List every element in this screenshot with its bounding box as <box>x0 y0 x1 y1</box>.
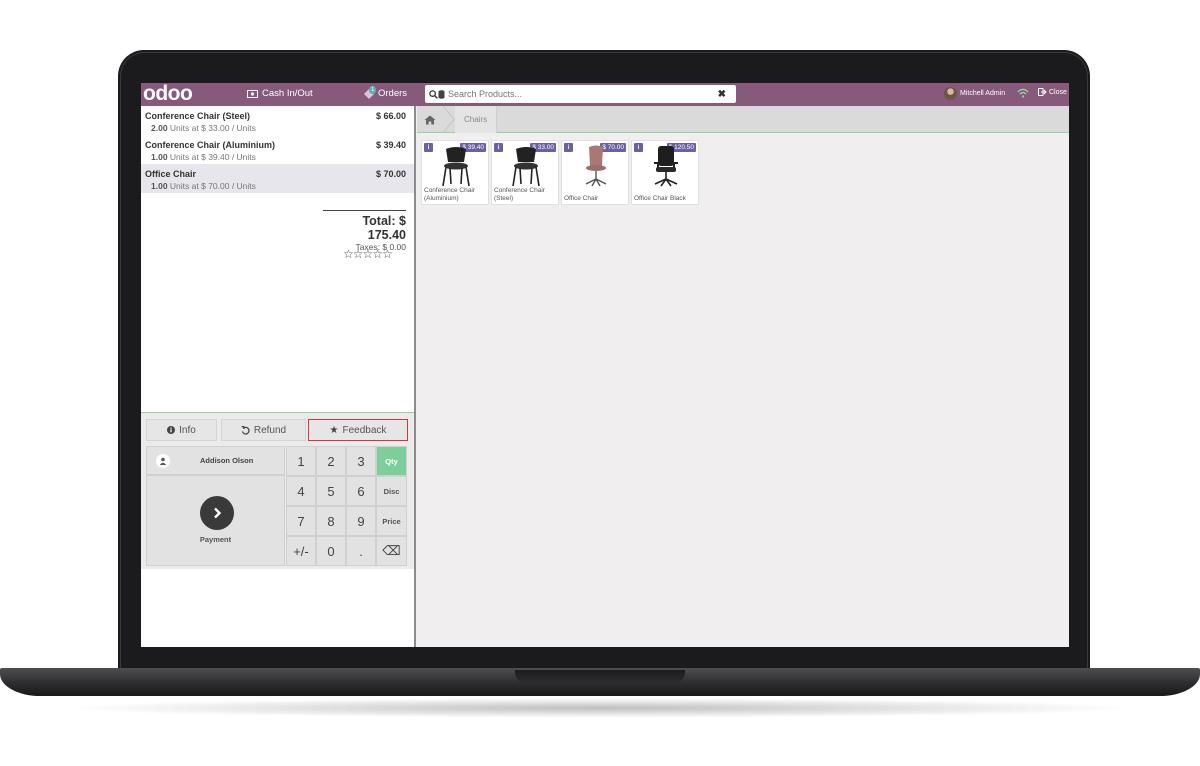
clear-search-icon[interactable]: ✖ <box>718 89 726 100</box>
info-label: Info <box>179 424 196 436</box>
close-button[interactable]: Close <box>1038 88 1067 96</box>
order-summary: Total: $ 175.40 Taxes: $ 0.00 <box>323 210 406 252</box>
ticket-icon: 1 <box>363 86 377 99</box>
user-icon <box>156 453 170 468</box>
top-bar: odoo Cash In/Out 1 Orders ✖ Mitchell Adm… <box>141 83 1069 106</box>
laptop-shadow <box>60 698 1140 718</box>
control-panel: Info Refund ★ Feedback Addison Olson Pay… <box>141 412 414 569</box>
orders-count-badge: 1 <box>369 86 377 94</box>
order-line[interactable]: Conference Chair (Aluminium) $ 39.40 1.0… <box>141 135 414 164</box>
numpad-key-6[interactable]: 6 <box>346 476 376 506</box>
mode-qty-button[interactable]: Qty <box>376 446 407 476</box>
numpad-key-2[interactable]: 2 <box>316 446 346 476</box>
laptop-notch <box>515 670 685 684</box>
chevron-right-icon <box>200 496 234 530</box>
orders-button[interactable]: 1 Orders <box>363 86 408 101</box>
user-name: Mitchell Admin <box>960 90 1006 97</box>
product-name: Office Chair Black <box>634 194 686 202</box>
search-icon <box>429 89 438 99</box>
order-line-name: Conference Chair (Aluminium) <box>145 140 276 150</box>
conference-chair-icon <box>512 147 540 187</box>
order-line[interactable]: Conference Chair (Steel) $ 66.00 2.00 Un… <box>141 106 414 135</box>
numpad-key-5[interactable]: 5 <box>316 476 346 506</box>
numpad: 1 2 3 Qty 4 5 6 Disc 7 8 9 Price +/- 0 .… <box>286 446 407 566</box>
product-pane: Chairs i $ 39.40 Conference Chair (Alumi… <box>417 106 1069 647</box>
refund-button[interactable]: Refund <box>221 419 306 441</box>
order-line-name: Office Chair <box>145 169 197 179</box>
search-input[interactable] <box>448 89 718 99</box>
rating-stars-icon[interactable]: ☆☆☆☆☆ <box>343 247 393 261</box>
product-card[interactable]: i $ 120.50 Office Chair Black <box>631 140 699 205</box>
product-info-icon[interactable]: i <box>564 143 573 152</box>
numpad-key-7[interactable]: 7 <box>286 506 316 536</box>
breadcrumb-category[interactable]: Chairs <box>455 106 498 133</box>
order-line-price: $ 70.00 <box>375 169 406 179</box>
order-line-selected[interactable]: Office Chair $ 70.00 1.00 Units at $ 70.… <box>141 164 414 193</box>
order-line-unit-info: Units at $ 39.40 / Units <box>169 152 256 162</box>
product-name: Office Chair <box>564 194 599 202</box>
breadcrumb: Chairs <box>417 106 1069 133</box>
order-line-qty: 1.00 <box>151 152 168 162</box>
numpad-key-9[interactable]: 9 <box>346 506 376 536</box>
mode-price-button[interactable]: Price <box>376 506 407 536</box>
order-lines: Conference Chair (Steel) $ 66.00 2.00 Un… <box>141 106 414 193</box>
order-line-name: Conference Chair (Steel) <box>145 111 251 121</box>
home-icon[interactable] <box>417 106 443 133</box>
numpad-key-8[interactable]: 8 <box>316 506 346 536</box>
order-line-unit-info: Units at $ 33.00 / Units <box>169 123 256 133</box>
payment-button[interactable]: Payment <box>146 475 285 566</box>
customer-name: Addison Olson <box>200 456 254 465</box>
search-bar: ✖ <box>425 85 736 103</box>
order-line-price: $ 39.40 <box>375 140 406 150</box>
numpad-key-4[interactable]: 4 <box>286 476 316 506</box>
order-line-qty: 1.00 <box>151 181 168 191</box>
numpad-key-0[interactable]: 0 <box>316 536 346 566</box>
office-chair-pink-icon <box>585 145 607 187</box>
product-info-icon[interactable]: i <box>634 143 643 152</box>
info-icon <box>167 426 176 434</box>
product-info-icon[interactable]: i <box>424 143 433 152</box>
conference-chair-icon <box>442 147 470 187</box>
product-name: Conference Chair (Aluminium) <box>424 187 475 202</box>
barcode-icon <box>438 89 445 99</box>
cash-in-out-label: Cash In/Out <box>262 88 313 99</box>
numpad-key-sign[interactable]: +/- <box>286 536 316 566</box>
product-card[interactable]: i $ 33.00 Conference Chair (Steel) <box>491 140 559 205</box>
order-line-qty: 2.00 <box>151 123 168 133</box>
breadcrumb-separator-icon <box>443 106 455 133</box>
product-card[interactable]: i $ 39.40 Conference Chair (Aluminium) <box>421 140 489 205</box>
wifi-icon <box>1017 88 1029 98</box>
product-card[interactable]: i $ 70.00 Office Chair <box>561 140 629 205</box>
sign-out-icon <box>1038 88 1047 96</box>
product-grid: i $ 39.40 Conference Chair (Aluminium) i… <box>421 140 699 205</box>
numpad-key-1[interactable]: 1 <box>286 446 316 476</box>
close-label: Close <box>1049 88 1067 96</box>
order-pane: Conference Chair (Steel) $ 66.00 2.00 Un… <box>141 106 416 647</box>
numpad-key-3[interactable]: 3 <box>346 446 376 476</box>
pos-screen: odoo Cash In/Out 1 Orders ✖ Mitchell Adm… <box>141 83 1069 647</box>
customer-button[interactable]: Addison Olson <box>146 446 285 475</box>
cash-in-out-button[interactable]: Cash In/Out <box>247 87 313 101</box>
orders-label: Orders <box>378 88 408 99</box>
order-line-unit-info: Units at $ 70.00 / Units <box>169 181 256 191</box>
order-line-price: $ 66.00 <box>375 111 406 121</box>
feedback-label: Feedback <box>342 424 387 436</box>
odoo-logo: odoo <box>143 83 193 105</box>
backspace-icon[interactable]: ⌫ <box>376 536 407 566</box>
undo-icon <box>241 425 250 435</box>
feedback-button[interactable]: ★ Feedback <box>308 419 408 441</box>
numpad-key-dot[interactable]: . <box>346 536 376 566</box>
product-name: Conference Chair (Steel) <box>494 187 545 202</box>
product-info-icon[interactable]: i <box>494 143 503 152</box>
mode-disc-button[interactable]: Disc <box>376 476 407 506</box>
payment-label: Payment <box>199 535 232 544</box>
info-button[interactable]: Info <box>146 419 217 441</box>
star-icon: ★ <box>329 424 339 436</box>
cash-icon <box>247 90 258 98</box>
office-chair-black-icon <box>654 146 678 187</box>
avatar <box>944 87 957 100</box>
order-total: Total: $ 175.40 <box>362 214 406 242</box>
user-menu[interactable]: Mitchell Admin <box>944 87 1005 100</box>
refund-label: Refund <box>253 424 287 436</box>
